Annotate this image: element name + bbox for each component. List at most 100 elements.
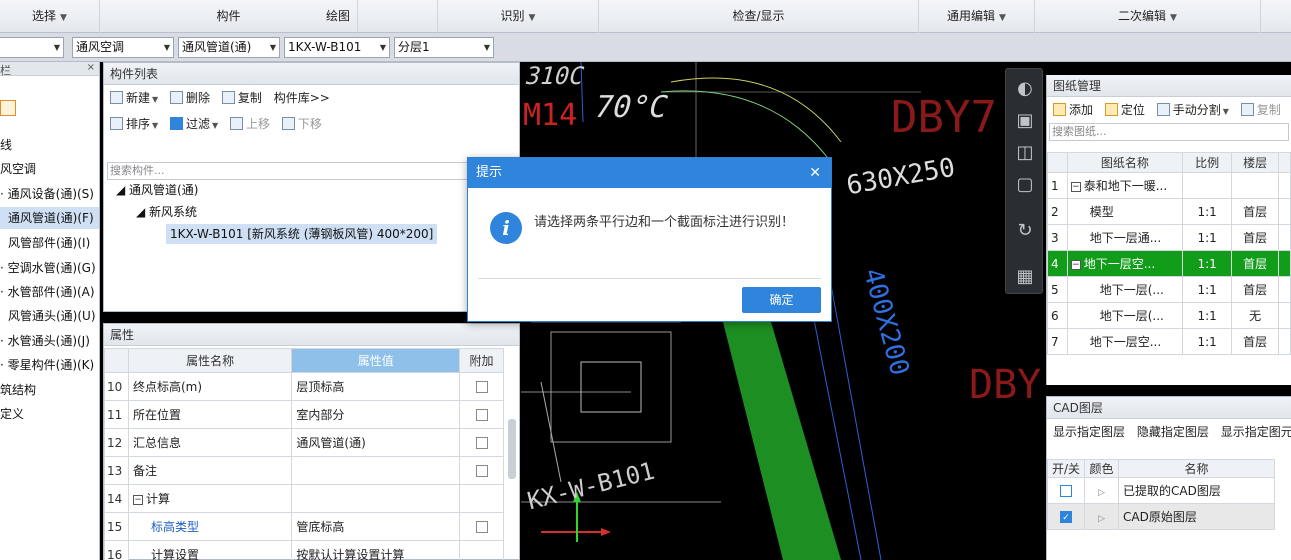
prop-value[interactable]: 管底标高 <box>291 512 461 541</box>
prop-value[interactable]: 通风管道(通) <box>291 428 461 457</box>
ok-button[interactable]: 确定 <box>742 287 821 313</box>
table-row[interactable]: 16 计算设置 按默认计算设置计算 <box>104 540 504 560</box>
layer-toggle-checkbox[interactable]: ✓ <box>1060 511 1073 523</box>
table-row[interactable]: ✓ ▷ CAD原始图层 <box>1046 503 1276 530</box>
table-row[interactable]: 1 − 泰和地下一暖... <box>1047 172 1291 199</box>
prop-name-group[interactable]: − 计算 <box>127 484 293 513</box>
drawing-search-input[interactable]: 搜索图纸... <box>1049 123 1289 141</box>
floor-select[interactable]: ▼ <box>0 37 64 58</box>
layer-select[interactable]: 分层1 ▼ <box>394 37 494 58</box>
table-row-selected[interactable]: 4 − 地下一层空... 1:1 首层 <box>1047 250 1291 277</box>
collapse-icon[interactable]: ◢ <box>116 183 129 197</box>
menu-general-edit[interactable]: 通用编辑 ▼ <box>919 0 1035 33</box>
chevron-down-icon: ▼ <box>528 13 536 23</box>
chevron-down-icon: ▼ <box>483 43 490 52</box>
orbit-icon[interactable]: ◐ <box>1013 77 1037 101</box>
component-search-input[interactable]: 搜索构件... <box>107 162 515 180</box>
extra-checkbox[interactable] <box>475 437 488 449</box>
edit-icon[interactable] <box>0 100 16 116</box>
new-button[interactable]: 新建 ▼ <box>110 85 158 113</box>
left-nav-title: 栏 <box>0 64 11 77</box>
menu-recognize[interactable]: 识别 ▼ <box>437 0 599 33</box>
nav-item[interactable]: 线 <box>0 134 12 156</box>
table-row[interactable]: 15 标高类型 管底标高 <box>104 512 504 541</box>
properties-scrollbar[interactable] <box>508 419 516 479</box>
type-select[interactable]: 通风管道(通) ▼ <box>178 37 280 58</box>
manual-split-button[interactable]: 手动分割 ▼ <box>1156 97 1229 125</box>
nav-item-selected[interactable]: 通风管道(通)(F) <box>0 207 99 229</box>
color-swatch-icon[interactable]: ▷ <box>1098 514 1105 524</box>
prop-value[interactable] <box>291 456 461 485</box>
nav-item[interactable]: 风管通头(通)(U) <box>0 305 96 327</box>
nav-item[interactable]: · 水管通头(通)(J) <box>0 330 90 352</box>
filter-button[interactable]: 过滤 ▼ <box>170 111 218 139</box>
view-top-icon[interactable]: ◫ <box>1013 141 1037 165</box>
prop-value[interactable]: 层顶标高 <box>291 372 461 401</box>
move-down-button[interactable]: 下移 <box>281 111 322 137</box>
add-label: 添加 <box>1069 103 1094 117</box>
delete-button[interactable]: 删除 <box>170 85 210 111</box>
component-select[interactable]: 1KX-W-B101 ▼ <box>284 37 390 58</box>
drawing-name-cell: − 地下一层空... <box>1066 250 1184 277</box>
nav-item[interactable]: · 空调水管(通)(G) <box>0 257 96 279</box>
extra-checkbox[interactable] <box>475 521 488 533</box>
nav-item[interactable]: 定义 <box>0 403 24 425</box>
collapse-icon[interactable]: − <box>132 494 143 505</box>
table-row[interactable]: 12 汇总信息 通风管道(通) <box>104 428 504 457</box>
layer-toggle-checkbox[interactable] <box>1060 485 1073 497</box>
color-swatch-icon[interactable]: ▷ <box>1098 488 1105 498</box>
table-row[interactable]: ▷ 已提取的CAD图层 <box>1046 477 1276 504</box>
close-icon[interactable]: × <box>87 62 95 73</box>
tree-node-leaf[interactable]: 1KX-W-B101 [新风系统 (薄钢板风管) 400*200] <box>166 224 438 244</box>
table-row[interactable]: 2 模型 1:1 首层 <box>1047 198 1291 225</box>
discipline-select[interactable]: 通风空调 ▼ <box>72 37 174 58</box>
copy-drawing-label: 复制 <box>1256 103 1281 117</box>
table-row[interactable]: 10 终点标高(m) 层顶标高 <box>104 372 504 401</box>
hide-layer-button[interactable]: 隐藏指定图层 <box>1137 419 1209 445</box>
table-row[interactable]: 7 地下一层空... 1:1 首层 <box>1047 328 1291 355</box>
rotate-icon[interactable]: ↻ <box>1013 219 1037 243</box>
nav-item[interactable]: 筑结构 <box>0 379 36 401</box>
extra-checkbox[interactable] <box>475 381 488 393</box>
nav-item[interactable]: 风空调 <box>0 158 36 180</box>
drawing-table: 图纸名称 比例 楼层 1 − 泰和地下一暖... 2 模型 1:1 首层 3 地下… <box>1047 152 1291 355</box>
collapse-icon[interactable]: − <box>1070 259 1081 270</box>
nav-item[interactable]: · 水管部件(通)(A) <box>0 281 95 303</box>
tree-node-system[interactable]: ◢ 新风系统 <box>136 202 197 222</box>
copy-button[interactable]: 复制 <box>221 85 262 111</box>
locate-button[interactable]: 定位 <box>1104 97 1145 123</box>
table-row[interactable]: 3 地下一层通... 1:1 首层 <box>1047 224 1291 251</box>
show-element-button[interactable]: 显示指定图元 <box>1221 419 1291 445</box>
table-row[interactable]: 14 − 计算 <box>104 484 504 513</box>
collapse-icon[interactable]: ◢ <box>136 205 149 219</box>
table-row[interactable]: 5 地下一层(... 1:1 首层 <box>1047 276 1291 303</box>
table-row[interactable]: 13 备注 <box>104 456 504 485</box>
move-up-button[interactable]: 上移 <box>230 111 270 137</box>
view-3d-icon[interactable]: ▣ <box>1013 109 1037 133</box>
view-cube-icon[interactable]: ▢ <box>1013 173 1037 197</box>
extra-checkbox[interactable] <box>475 465 488 477</box>
grid-icon[interactable]: ▦ <box>1013 265 1037 289</box>
sort-button[interactable]: 排序 ▼ <box>110 111 158 139</box>
show-layer-button[interactable]: 显示指定图层 <box>1053 419 1125 445</box>
tree-root-label: 通风管道(通) <box>129 183 199 197</box>
nav-item[interactable]: 风管部件(通)(I) <box>0 232 90 254</box>
menu-secondary-edit[interactable]: 二次编辑 ▼ <box>1035 0 1261 33</box>
nav-item[interactable]: · 通风设备(通)(S) <box>0 183 94 205</box>
close-icon[interactable]: ✕ <box>809 158 821 188</box>
table-row[interactable]: 6 地下一层(... 1:1 无 <box>1047 302 1291 329</box>
add-drawing-button[interactable]: 添加 <box>1053 97 1093 123</box>
extra-checkbox[interactable] <box>475 409 488 421</box>
layer-name: CAD原始图层 <box>1118 503 1276 530</box>
prop-value[interactable]: 按默认计算设置计算 <box>291 540 461 560</box>
collapse-icon[interactable]: − <box>1070 181 1081 192</box>
nav-item[interactable]: · 零星构件(通)(K) <box>0 354 94 376</box>
table-row[interactable]: 11 所在位置 室内部分 <box>104 400 504 429</box>
library-button[interactable]: 构件库>> <box>274 85 330 111</box>
copy-drawing-button[interactable]: 复制 <box>1240 97 1281 123</box>
tree-node-root[interactable]: ◢ 通风管道(通) <box>116 180 198 200</box>
prop-value[interactable]: 室内部分 <box>291 400 461 429</box>
menu-draw[interactable]: 绘图 <box>236 0 440 33</box>
menu-select[interactable]: 选择 ▼ <box>0 0 100 33</box>
menu-check-display[interactable]: 检查/显示 <box>599 0 919 33</box>
